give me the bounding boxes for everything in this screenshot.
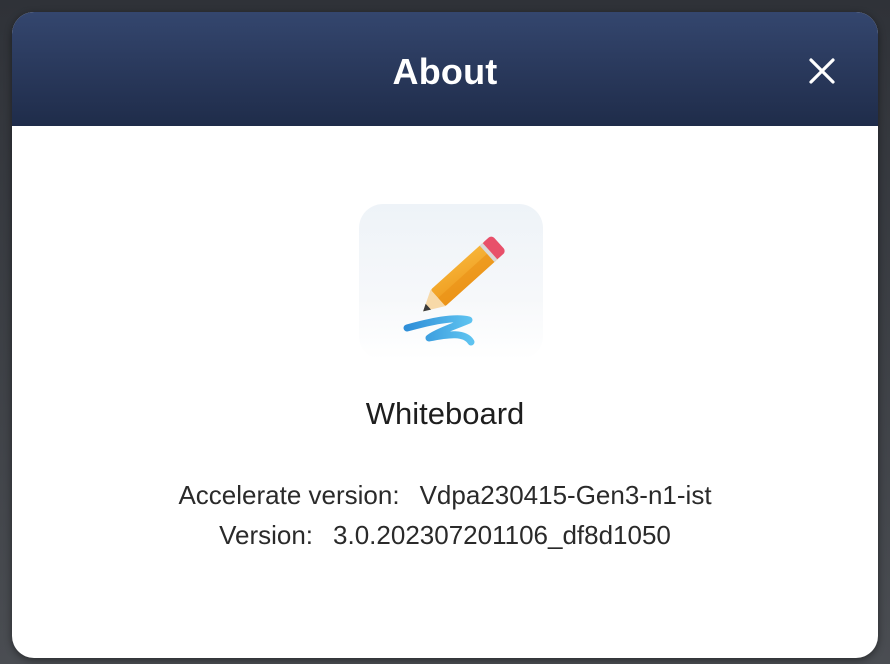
about-dialog: About Whiteboard Accelerate version: Vdp… bbox=[12, 12, 878, 658]
version-label: Version: bbox=[219, 520, 314, 550]
accelerate-version-label: Accelerate version: bbox=[178, 480, 400, 510]
app-name: Whiteboard bbox=[365, 396, 525, 431]
accelerate-version-value: Vdpa230415-Gen3-n1-ist bbox=[419, 480, 712, 510]
close-button[interactable] bbox=[804, 53, 840, 89]
close-icon bbox=[809, 58, 835, 84]
app-icon bbox=[359, 204, 543, 360]
version-line: Version: 3.0.202307201106_df8d1050 bbox=[12, 519, 878, 551]
pencil-app-icon bbox=[403, 236, 505, 346]
dialog-header: About bbox=[12, 12, 878, 126]
version-value: 3.0.202307201106_df8d1050 bbox=[333, 520, 671, 550]
dialog-title: About bbox=[392, 51, 498, 92]
accelerate-version-line: Accelerate version: Vdpa230415-Gen3-n1-is… bbox=[12, 479, 878, 511]
